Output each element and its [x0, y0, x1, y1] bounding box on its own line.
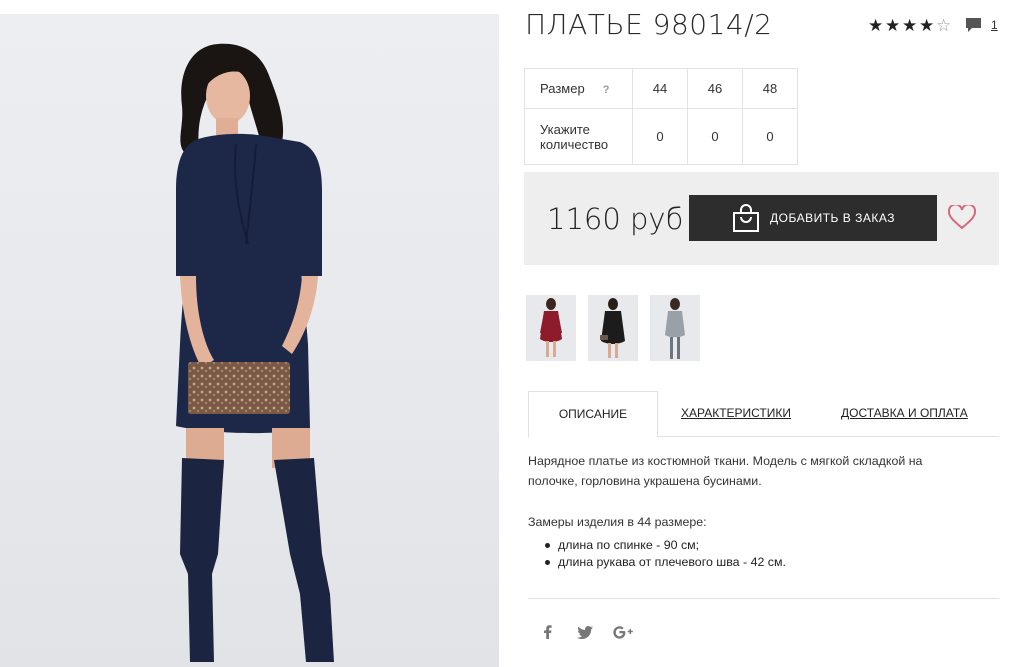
size-help-icon[interactable]: ?	[603, 84, 610, 96]
product-price: 1160 руб	[547, 202, 684, 236]
measures-title: Замеры изделия в 44 размере:	[528, 515, 707, 529]
thumbnail-grey-dress-image	[665, 298, 685, 359]
divider	[528, 598, 999, 599]
thumbnail-grey-dress[interactable]	[650, 295, 700, 361]
size-48: 48	[742, 68, 798, 109]
product-tabs: ОПИСАНИЕ ХАРАКТЕРИСТИКИ ДОСТАВКА И ОПЛАТ…	[528, 391, 999, 438]
measure-item: длина по спинке - 90 см;	[545, 537, 786, 554]
facebook-icon	[543, 625, 552, 639]
measures-list: длина по спинке - 90 см; длина рукава от…	[545, 537, 786, 571]
product-description: Нарядное платье из костюмной ткани. Моде…	[528, 454, 923, 488]
comment-icon[interactable]	[965, 17, 982, 34]
star-filled-icon[interactable]: ★	[919, 17, 936, 34]
measure-item: длина рукава от плечевого шва - 42 см.	[545, 554, 786, 571]
product-rating[interactable]: ★ ★ ★ ★ ☆ 1	[868, 14, 998, 36]
twitter-icon	[577, 625, 593, 639]
quantity-input-48[interactable]: 0	[742, 108, 798, 165]
google-plus-icon	[613, 626, 633, 639]
quantity-input-44[interactable]: 0	[632, 108, 688, 165]
main-product-photo[interactable]	[0, 14, 499, 667]
thumbnail-red-dress[interactable]	[526, 295, 576, 361]
thumbnail-black-dress[interactable]	[588, 295, 638, 361]
quantity-label-line2: количество	[540, 136, 609, 152]
star-filled-icon[interactable]: ★	[885, 17, 902, 34]
thumbnail-red-dress-image	[540, 298, 562, 357]
star-empty-icon[interactable]: ☆	[936, 17, 953, 34]
shopping-bag-icon	[733, 204, 759, 232]
comments-count-link[interactable]: 1	[991, 18, 998, 32]
add-to-order-label: ДОБАВИТЬ В ЗАКАЗ	[770, 211, 895, 225]
twitter-share-link[interactable]	[575, 622, 595, 642]
thumbnail-black-dress-image	[600, 298, 625, 358]
add-to-order-button[interactable]: ДОБАВИТЬ В ЗАКАЗ	[689, 195, 937, 241]
quantity-label-cell: Укажите количество	[524, 108, 633, 165]
tab-delivery-payment[interactable]: ДОСТАВКА И ОПЛАТА	[841, 391, 968, 435]
size-quantity-table: Размер? 44 46 48 Укажите количество 0 0 …	[524, 68, 798, 165]
google-plus-share-link[interactable]	[612, 622, 634, 642]
tab-characteristics[interactable]: ХАРАКТЕРИСТИКИ	[681, 391, 791, 435]
purchase-box: 1160 руб ДОБАВИТЬ В ЗАКАЗ	[524, 172, 999, 265]
star-filled-icon[interactable]: ★	[902, 17, 919, 34]
star-filled-icon[interactable]: ★	[868, 17, 885, 34]
tab-description[interactable]: ОПИСАНИЕ	[528, 391, 658, 438]
facebook-share-link[interactable]	[540, 622, 554, 642]
size-label-cell: Размер?	[524, 68, 633, 109]
product-title: ПЛАТЬЕ 98014/2	[525, 8, 773, 41]
quantity-label-line1: Укажите	[540, 121, 590, 137]
heart-icon[interactable]	[948, 205, 976, 230]
size-label: Размер	[540, 81, 585, 96]
size-44: 44	[632, 68, 688, 109]
size-46: 46	[687, 68, 743, 109]
quantity-input-46[interactable]: 0	[687, 108, 743, 165]
model-photo-illustration	[176, 43, 334, 662]
